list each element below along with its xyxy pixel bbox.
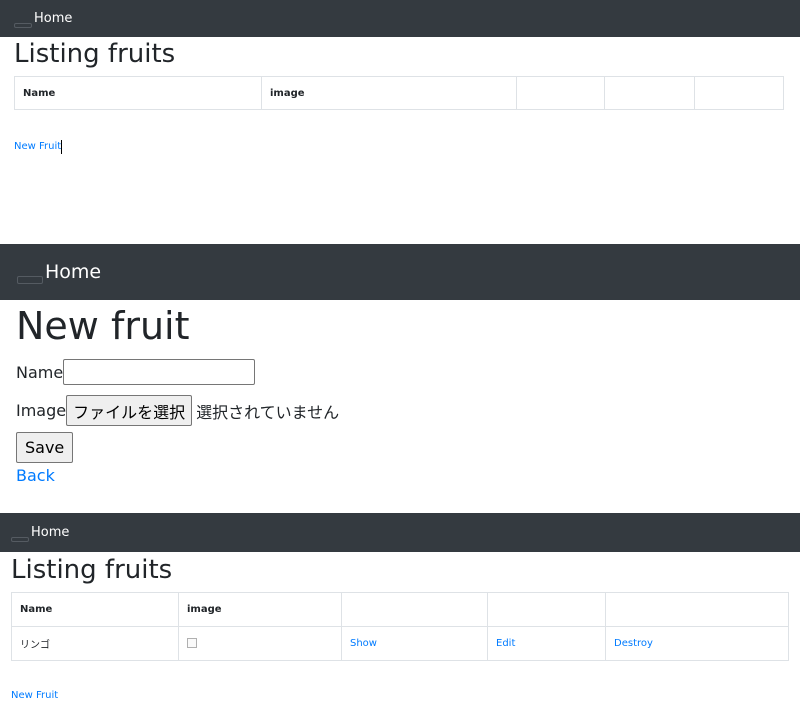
column-header-show: [341, 592, 488, 627]
column-header-edit: [487, 592, 606, 627]
file-status-text: 選択されていません: [196, 402, 340, 422]
page-title: New fruit: [16, 304, 190, 348]
nav-home-link[interactable]: Home: [45, 261, 101, 283]
fruit-image-cell: [178, 626, 342, 661]
name-input[interactable]: [63, 359, 256, 385]
fruit-name-cell: リンゴ: [11, 626, 179, 661]
edit-link[interactable]: Edit: [496, 638, 515, 649]
image-label: Image: [16, 401, 67, 420]
table-header-row: Name image: [14, 76, 784, 110]
column-header-show: [516, 76, 605, 110]
column-header-edit: [604, 76, 695, 110]
name-field-row: Name: [16, 359, 256, 385]
destroy-link[interactable]: Destroy: [614, 638, 653, 649]
column-header-destroy: [605, 592, 789, 627]
edit-cell: Edit: [487, 626, 606, 661]
fruits-table: Name image リンゴ Show Edit Destroy: [11, 592, 789, 661]
table-row: リンゴ Show Edit Destroy: [11, 626, 789, 661]
broken-image-icon: [187, 638, 197, 648]
show-link[interactable]: Show: [350, 638, 377, 649]
page-title: Listing fruits: [11, 555, 173, 585]
text-cursor: [61, 140, 62, 154]
table-header-row: Name image: [11, 592, 789, 627]
fruits-table: Name image: [14, 76, 784, 110]
choose-file-button[interactable]: ファイルを選択: [66, 395, 193, 426]
new-fruit-link[interactable]: New Fruit: [11, 690, 58, 701]
column-header-name: Name: [11, 592, 179, 627]
navbar: Home: [0, 0, 800, 37]
menu-toggle-icon[interactable]: [14, 23, 32, 28]
menu-toggle-icon[interactable]: [17, 276, 43, 284]
new-fruit-link[interactable]: New Fruit: [14, 141, 61, 152]
nav-home-link[interactable]: Home: [31, 525, 69, 540]
column-header-image: image: [261, 76, 517, 110]
name-label: Name: [16, 362, 64, 382]
column-header-name: Name: [14, 76, 262, 110]
back-link[interactable]: Back: [16, 466, 55, 485]
destroy-cell: Destroy: [605, 626, 789, 661]
navbar: Home: [0, 513, 800, 552]
menu-toggle-icon[interactable]: [11, 537, 29, 542]
nav-home-link[interactable]: Home: [34, 11, 72, 26]
show-cell: Show: [341, 626, 488, 661]
image-field-row: Image ファイルを選択 選択されていません: [16, 395, 339, 426]
save-button[interactable]: Save: [16, 432, 74, 463]
column-header-image: image: [178, 592, 342, 627]
navbar: Home: [0, 244, 800, 300]
column-header-destroy: [694, 76, 784, 110]
page-title: Listing fruits: [14, 39, 176, 69]
